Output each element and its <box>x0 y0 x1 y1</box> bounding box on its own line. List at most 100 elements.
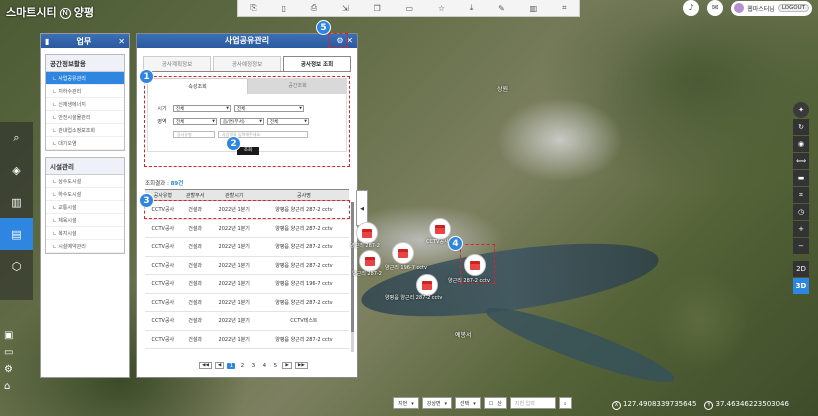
download-icon[interactable]: ⤓ <box>470 3 474 13</box>
rotate-icon[interactable]: ↻ <box>793 119 809 135</box>
map-marker[interactable] <box>416 274 438 296</box>
page-number[interactable]: 4 <box>260 363 268 369</box>
search-icon[interactable]: ⌕ <box>558 397 572 409</box>
column-header[interactable]: 공사명 <box>258 189 349 201</box>
clipboard-icon[interactable]: ▣ <box>4 330 13 341</box>
menu-item[interactable]: ㄴ 상수도시설 <box>46 175 124 188</box>
tab-schedule-info[interactable]: 공사예정정보 <box>213 56 281 71</box>
compass-icon[interactable]: ✦ <box>793 102 809 118</box>
map-marker[interactable] <box>359 250 381 272</box>
map-book-icon[interactable]: ▥ <box>0 186 33 218</box>
logout-button[interactable]: LOGOUT <box>777 4 809 12</box>
view-3d-button[interactable]: 3D <box>793 278 809 294</box>
layers-copy-icon[interactable]: ❐ <box>374 4 381 13</box>
district-select[interactable]: 강상면 ▾ <box>421 397 453 409</box>
edit-icon[interactable]: ✎ <box>498 4 505 13</box>
first-page-button[interactable]: ◀◀ <box>199 362 212 369</box>
table-row[interactable]: CCTV공사 건설과 2022년 1분기 양평읍 양근리 287-2 cctv <box>145 219 349 238</box>
menu-item[interactable]: ㄴ 교통시설 <box>46 201 124 214</box>
measure-icon[interactable]: ⟺ <box>793 153 809 169</box>
menu-item[interactable]: ㄴ 하수도시설 <box>46 188 124 201</box>
search-icon[interactable]: ⌕ <box>0 122 33 154</box>
table-row[interactable]: CCTV공사 건설과 2022년 1분기 CCTV테스트 <box>145 311 349 331</box>
table-row[interactable]: CCTV공사 건설과 2022년 1분기 양평읍 양근리 287-2 cctv <box>145 293 349 312</box>
gear-icon[interactable]: ⚙ <box>4 364 13 375</box>
star-icon[interactable]: ☆ <box>438 4 445 13</box>
chat-icon[interactable]: ✉ <box>707 0 724 16</box>
last-page-button[interactable]: ▶▶ <box>294 362 308 369</box>
column-header[interactable]: 관할부서 <box>180 189 210 201</box>
monitor-icon[interactable]: ▭ <box>4 347 13 358</box>
view-2d-button[interactable]: 2D <box>793 261 809 277</box>
table-scrollbar[interactable] <box>351 202 354 352</box>
page-number[interactable]: 1 <box>227 362 236 369</box>
lot-type-select[interactable]: 지번 ▾ <box>393 397 419 409</box>
lot-number-input[interactable]: 지번 입력 <box>509 397 556 409</box>
area-icon[interactable]: ⌗ <box>793 187 809 203</box>
panel-title: 사업공유관리 <box>224 36 270 45</box>
zoom-in-button[interactable]: + <box>793 221 809 237</box>
clock-icon[interactable]: ◷ <box>793 204 809 220</box>
layers-icon[interactable]: ◈ <box>0 154 33 186</box>
annotation-badge: 5 <box>316 20 331 35</box>
table-row[interactable]: CCTV공사 건설과 2022년 1분기 양평읍 양근리 287-2 cctv <box>145 330 349 349</box>
map-marker[interactable] <box>356 222 378 244</box>
calendar-icon <box>365 256 375 266</box>
map-marker[interactable] <box>429 218 451 240</box>
page-number[interactable]: 5 <box>271 363 279 369</box>
tab-plan-info[interactable]: 공사계획정보 <box>143 56 211 71</box>
panel-collapse-handle[interactable]: ◀ <box>356 190 368 226</box>
column-header[interactable]: 관할시기 <box>209 189 259 201</box>
menu-item[interactable]: ㄴ 대기오염 <box>46 137 124 150</box>
export-icon[interactable]: ⇲ <box>342 4 349 13</box>
app-logo[interactable]: 스마트시티 N 양평 <box>6 4 94 20</box>
image-icon[interactable]: ▭ <box>405 4 413 13</box>
close-icon[interactable]: ✕ <box>118 37 125 46</box>
y-coord-value: 37.46346223503046 <box>715 400 789 408</box>
building-icon[interactable]: ⌂ <box>4 381 13 392</box>
prev-page-button[interactable]: ◀ <box>214 362 225 369</box>
map-marker[interactable] <box>392 242 414 264</box>
table-row[interactable]: CCTV공사 건설과 2022년 1분기 양평읍 양근리 287-2 cctv <box>145 237 349 257</box>
map-marker-selected[interactable] <box>464 254 486 276</box>
y-coord-label: Y <box>704 401 714 410</box>
ruler-icon[interactable]: ▬ <box>793 170 809 186</box>
document-icon[interactable]: ▯ <box>282 4 286 13</box>
zoom-out-button[interactable]: − <box>793 238 809 254</box>
tab-construction-search[interactable]: 공사정보 조회 <box>283 56 351 71</box>
logo-city: 양평 <box>73 7 94 19</box>
task-document-icon[interactable]: ▤ <box>0 218 33 250</box>
menu-item[interactable]: ㄴ 시설예약관리 <box>46 240 124 253</box>
village-select[interactable]: 선택 ▾ <box>455 397 481 409</box>
map-icon[interactable]: ▥ <box>530 4 538 13</box>
print-icon[interactable]: ⎙ <box>311 3 317 13</box>
cube-icon[interactable]: ⬡ <box>0 250 33 282</box>
table-row[interactable]: CCTV공사 건설과 2022년 1분기 양평읍 양근리 196-7 cctv <box>145 274 349 294</box>
table-cell: 건설과 <box>180 256 210 275</box>
copy-icon[interactable]: ⎘ <box>250 3 256 13</box>
globe-icon[interactable]: ◉ <box>793 136 809 152</box>
left-bottom-tools: ▣ ▭ ⚙ ⌂ <box>4 330 13 392</box>
mountain-checkbox[interactable]: ☐ 산 <box>483 397 507 409</box>
menu-item[interactable]: ㄴ 지하수관리 <box>46 85 124 98</box>
menu-item[interactable]: ㄴ 복지시설 <box>46 227 124 240</box>
table-row[interactable]: CCTV공사 건설과 2022년 1분기 양평읍 양근리 287-2 cctv <box>145 256 349 275</box>
table-cell: 건설과 <box>180 274 210 294</box>
user-badge[interactable]: 웹마스터님 LOGOUT <box>731 0 812 16</box>
scrollbar-thumb[interactable] <box>351 202 354 332</box>
table-cell: CCTV공사 <box>145 219 181 238</box>
page-number[interactable]: 2 <box>238 363 246 369</box>
menu-item[interactable]: ㄴ 관내업소정보조회 <box>46 124 124 137</box>
table-cell: 양평읍 양근리 196-7 cctv <box>258 274 349 294</box>
menu-item[interactable]: ㄴ 체육시설 <box>46 214 124 227</box>
page-number[interactable]: 3 <box>249 363 257 369</box>
menu-item[interactable]: ㄴ 안전시설물관리 <box>46 111 124 124</box>
table-header-row: 공사유형 관할부서 관할시기 공사명 <box>145 189 349 201</box>
next-page-button[interactable]: ▶ <box>282 362 292 369</box>
map-label-place: 상원 <box>497 86 509 93</box>
menu-item[interactable]: ㄴ 사업공유관리 <box>46 72 124 85</box>
route-icon[interactable]: ⌗ <box>562 3 567 13</box>
table-cell: 2022년 1분기 <box>209 311 259 331</box>
bell-icon[interactable]: ♪ <box>683 0 700 16</box>
menu-item[interactable]: ㄴ 신재생에너지 <box>46 98 124 111</box>
